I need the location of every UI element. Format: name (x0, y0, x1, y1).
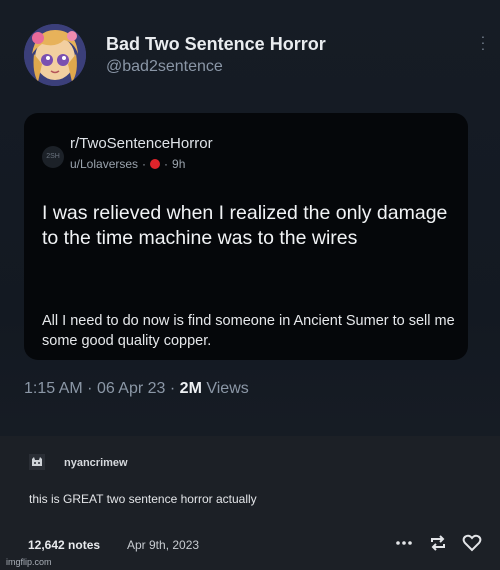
reblogger-name[interactable]: nyancrimew (64, 457, 128, 469)
post-title: I was relieved when I realized the only … (42, 202, 448, 249)
separator: · (169, 380, 180, 397)
views-count: 2M (179, 380, 202, 397)
embedded-reddit-post: 2SH r/TwoSentenceHorror u/Lolaverses · ·… (24, 113, 468, 360)
post-body: All I need to do now is find someone in … (42, 313, 455, 349)
tweet-time: 1:15 AM (24, 380, 83, 397)
views-label: Views (206, 380, 249, 397)
subreddit-name: r/TwoSentenceHorror (70, 135, 213, 152)
subreddit-icon: 2SH (42, 146, 64, 168)
tweet-date: 06 Apr 23 (96, 380, 166, 397)
tweet-card: Bad Two Sentence Horror @bad2sentence · ·… (0, 0, 500, 428)
reblogger-avatar-icon[interactable] (29, 454, 45, 470)
author-name[interactable]: Bad Two Sentence Horror (106, 34, 326, 55)
author-avatar[interactable] (24, 24, 86, 86)
tweet-timestamp: 1:15 AM · 06 Apr 23 · 2M Views (24, 380, 249, 398)
avatar-image (24, 24, 86, 86)
like-heart-icon[interactable] (462, 533, 482, 553)
post-meta: u/Lolaverses · · 9h (70, 157, 185, 171)
reblog-comment: this is GREAT two sentence horror actual… (29, 492, 257, 506)
more-options-icon[interactable] (394, 533, 414, 553)
author-handle[interactable]: @bad2sentence (106, 58, 223, 76)
post-author: u/Lolaverses (70, 157, 139, 171)
reblog-icon[interactable] (428, 533, 448, 553)
meta-separator: · (164, 157, 169, 171)
vertical-dots-icon[interactable]: · · · (480, 29, 486, 55)
post-age: 9h (172, 157, 186, 171)
separator: · (87, 380, 97, 397)
red-dot-icon (150, 159, 161, 169)
meta-separator: · (142, 157, 147, 171)
post-date: Apr 9th, 2023 (127, 538, 200, 552)
tumblr-reblog: nyancrimew this is GREAT two sentence ho… (0, 436, 500, 570)
watermark: imgflip.com (6, 557, 52, 567)
post-actions (394, 533, 482, 553)
screenshot-frame: Bad Two Sentence Horror @bad2sentence · ·… (0, 0, 500, 570)
notes-count[interactable]: 12,642 notes (28, 538, 100, 552)
